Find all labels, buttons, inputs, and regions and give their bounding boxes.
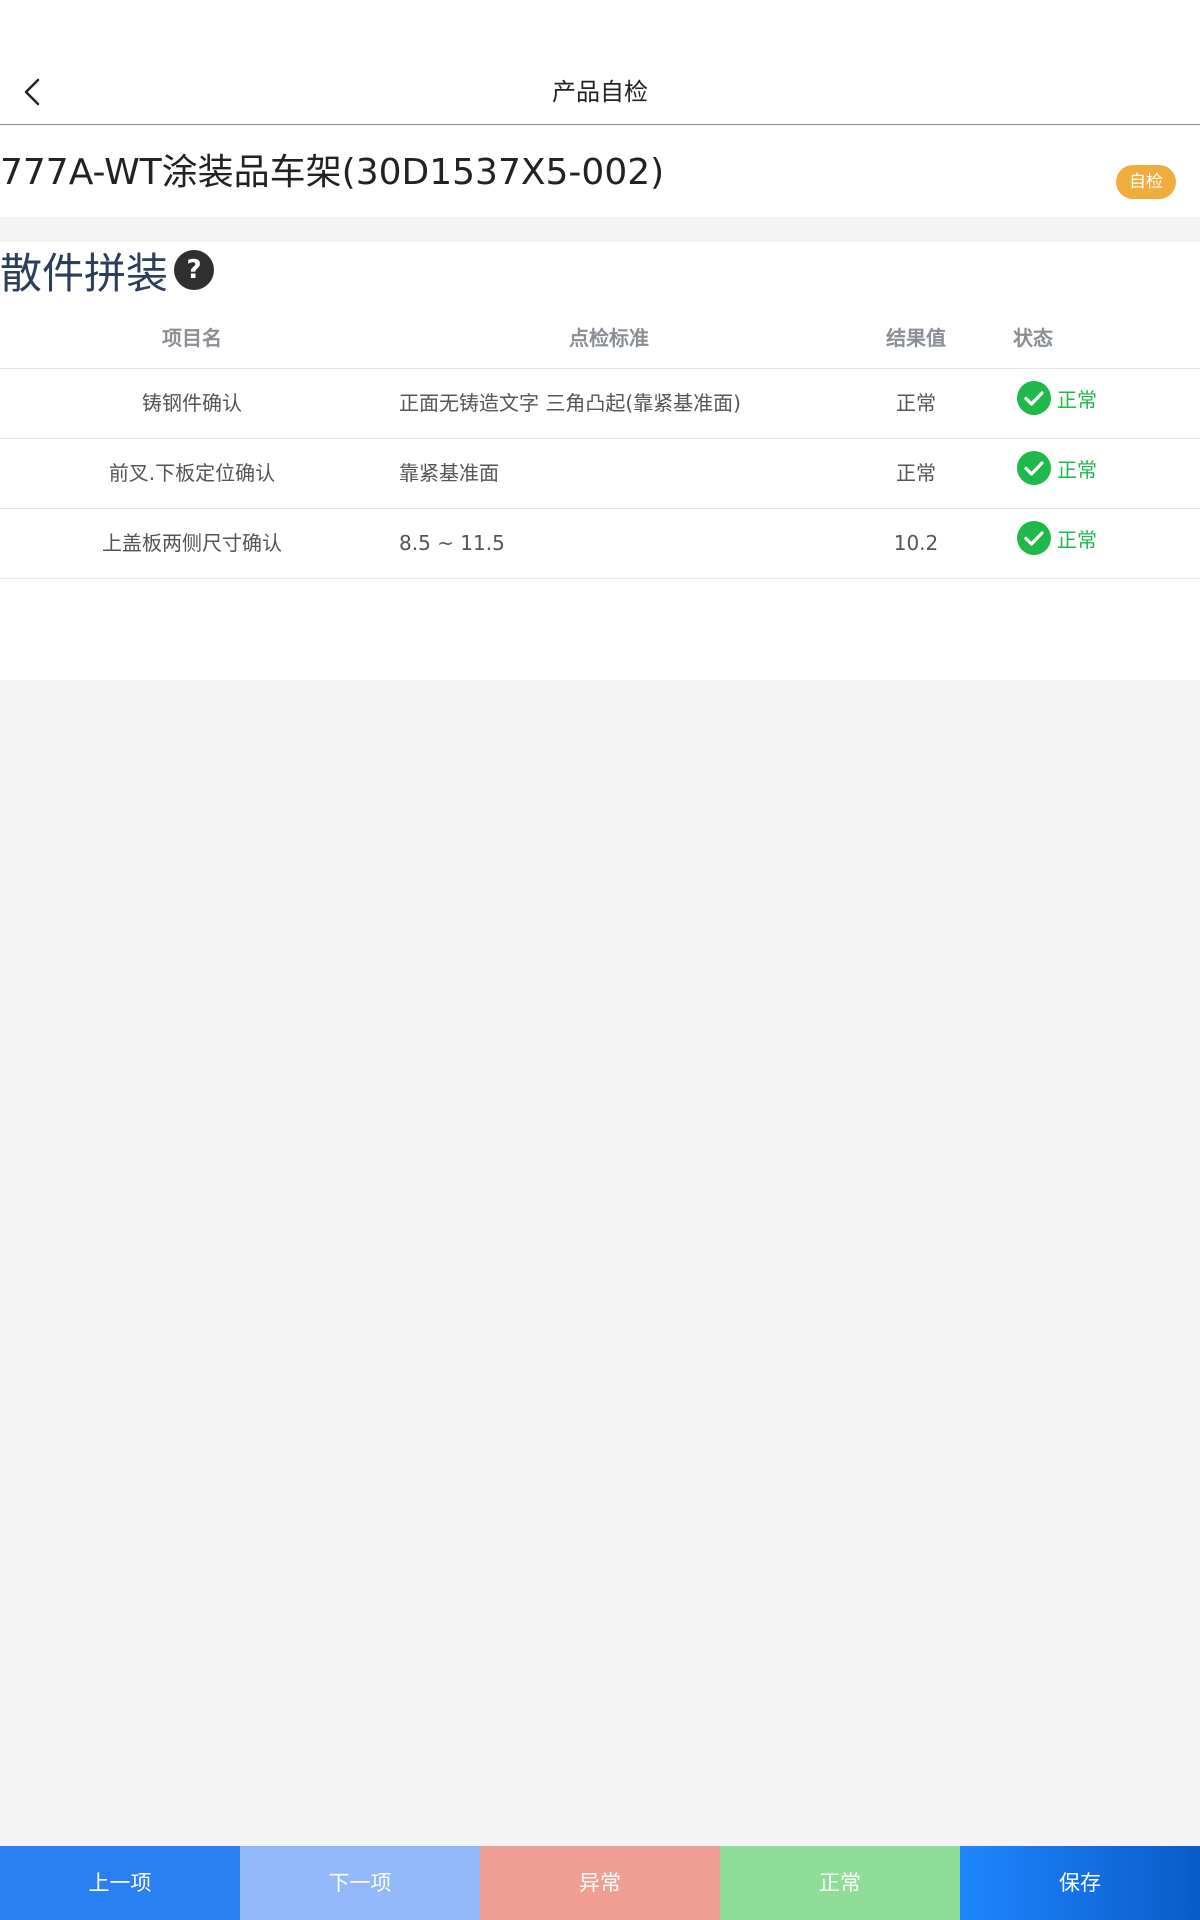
table-header: 项目名 点检标准 结果值 状态 — [0, 308, 1200, 369]
status-indicator[interactable]: 正常 — [1017, 450, 1097, 486]
item-name: 铸钢件确认 — [142, 391, 242, 415]
column-header-item-name: 项目名 — [162, 326, 222, 350]
column-header-result: 结果值 — [886, 326, 946, 350]
item-standard: 靠紧基准面 — [399, 461, 499, 485]
status-label: 正常 — [1057, 527, 1097, 552]
page-title: 产品自检 — [552, 78, 648, 106]
column-header-standard: 点检标准 — [569, 326, 649, 350]
check-circle-icon — [1017, 381, 1051, 415]
inspection-section: 散件拼装 ? 项目名 点检标准 结果值 状态 铸钢件确认 正面无铸造文字 三角凸… — [0, 242, 1200, 680]
status-indicator[interactable]: 正常 — [1017, 380, 1097, 416]
next-item-button[interactable]: 下一项 — [240, 1846, 480, 1920]
item-result: 正常 — [896, 391, 936, 415]
table-row[interactable]: 铸钢件确认 正面无铸造文字 三角凸起(靠紧基准面) 正常 正常 — [0, 369, 1200, 439]
check-circle-icon — [1017, 451, 1051, 485]
column-header-status: 状态 — [1013, 326, 1053, 350]
bottom-action-bar: 上一项 下一项 异常 正常 保存 — [0, 1846, 1200, 1920]
section-title: 散件拼装 — [0, 249, 169, 298]
check-circle-icon — [1017, 521, 1051, 555]
item-result: 正常 — [896, 461, 936, 485]
previous-item-button[interactable]: 上一项 — [0, 1846, 240, 1920]
status-label: 正常 — [1057, 387, 1097, 412]
help-icon[interactable]: ? — [174, 250, 214, 290]
abnormal-button[interactable]: 异常 — [480, 1846, 720, 1920]
table-row[interactable]: 上盖板两侧尺寸确认 8.5 ~ 11.5 10.2 正常 — [0, 509, 1200, 579]
item-standard: 8.5 ~ 11.5 — [399, 531, 505, 555]
item-standard: 正面无铸造文字 三角凸起(靠紧基准面) — [399, 391, 741, 415]
normal-button[interactable]: 正常 — [720, 1846, 960, 1920]
item-name: 前叉.下板定位确认 — [108, 461, 276, 485]
product-header: 777A-WT涂装品车架(30D1537X5-002) 自检 — [0, 125, 1200, 217]
product-name: 777A-WT涂装品车架(30D1537X5-002) — [0, 152, 665, 193]
table-row[interactable]: 前叉.下板定位确认 靠紧基准面 正常 正常 — [0, 439, 1200, 509]
status-indicator[interactable]: 正常 — [1017, 520, 1097, 556]
top-bar: 产品自检 — [0, 0, 1200, 125]
save-button[interactable]: 保存 — [960, 1846, 1200, 1920]
item-result: 10.2 — [893, 531, 939, 555]
status-label: 正常 — [1057, 457, 1097, 482]
self-check-badge: 自检 — [1116, 165, 1176, 199]
item-name: 上盖板两侧尺寸确认 — [102, 531, 282, 555]
